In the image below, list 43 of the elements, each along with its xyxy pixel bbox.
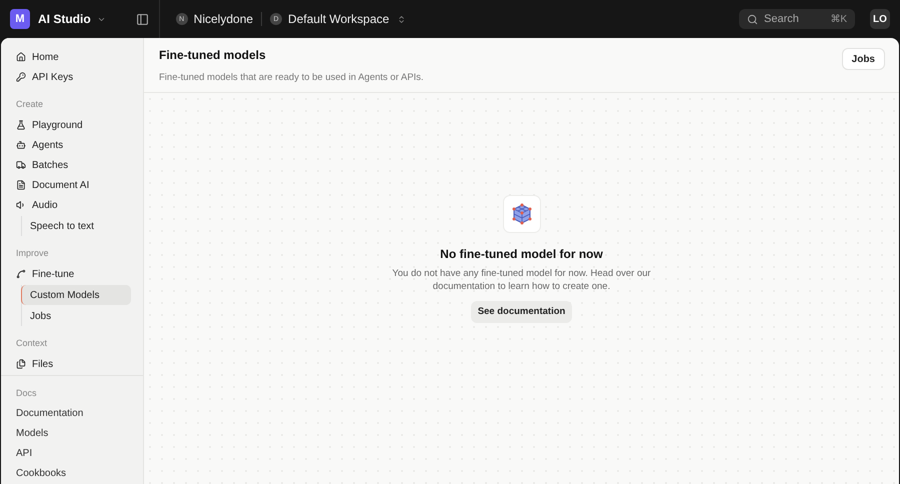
cube-icon	[502, 194, 540, 232]
app-name: AI Studio	[38, 12, 91, 26]
nav-item[interactable]: Batches	[11, 155, 133, 175]
document-icon	[16, 180, 26, 190]
nav-item[interactable]: API Keys	[11, 67, 133, 87]
nav-item[interactable]: Files	[11, 354, 133, 374]
nav-subitem[interactable]: Speech to text	[21, 216, 131, 236]
docs-link[interactable]: Cookbooks	[11, 464, 133, 484]
flask-icon	[16, 120, 26, 130]
curve-icon	[16, 269, 26, 279]
page-subtitle: Fine-tuned models that are ready to be used in Agents or APIs.	[159, 72, 424, 83]
page-title: Fine-tuned models	[159, 48, 267, 62]
search-field[interactable]: Search ⌘K	[739, 9, 855, 29]
nav-item[interactable]: Fine-tune	[11, 264, 133, 284]
search-icon	[747, 14, 758, 24]
empty-state-text: You do not have any fine-tuned model for now. Head over our documentation to learn how to create one.	[391, 266, 652, 292]
empty-state-title: No fine-tuned model for now	[440, 246, 603, 260]
section-heading: Docs	[15, 388, 38, 398]
section-heading: Context	[15, 338, 48, 348]
truck-icon	[16, 160, 26, 170]
user-avatar[interactable]: LO	[870, 9, 890, 29]
nav-item[interactable]: Playground	[11, 115, 133, 135]
nav-item[interactable]: Agents	[11, 135, 133, 155]
nav-subitem[interactable]: Jobs	[21, 306, 131, 326]
robot-icon	[16, 140, 26, 150]
nav-subitem[interactable]: Custom Models	[21, 285, 131, 305]
home-icon	[16, 52, 26, 62]
see-documentation-button[interactable]: See documentation	[470, 300, 572, 322]
speaker-icon	[16, 200, 26, 210]
docs-link[interactable]: Models	[11, 424, 133, 444]
jobs-button[interactable]: Jobs	[842, 48, 885, 70]
docs-link[interactable]: API	[11, 444, 133, 464]
section-heading: Improve	[15, 248, 50, 258]
selector-icon[interactable]	[397, 14, 406, 24]
nav-item[interactable]: Document AI	[11, 175, 133, 195]
key-icon	[16, 72, 26, 82]
section-heading: Create	[15, 99, 44, 109]
files-icon	[16, 359, 26, 369]
nav-item[interactable]: Audio	[11, 195, 133, 215]
docs-link[interactable]: Documentation	[11, 404, 133, 424]
logo[interactable]: M	[10, 9, 30, 29]
nav-item[interactable]: Home	[11, 47, 133, 67]
sidebar-toggle-icon[interactable]	[136, 12, 149, 26]
